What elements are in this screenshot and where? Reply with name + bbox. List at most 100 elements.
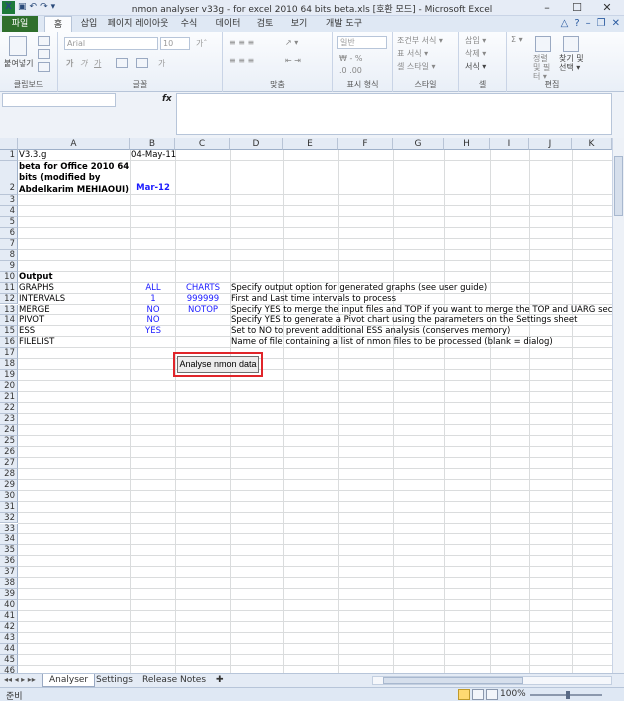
sheet-tab-analyser[interactable]: Analyser xyxy=(42,674,96,687)
align-top-icon[interactable]: ≡ ≡ ≡ xyxy=(229,38,254,47)
tab-file[interactable]: 파일 xyxy=(2,16,38,32)
row-header-39[interactable]: 39 xyxy=(0,589,18,601)
cell-c11[interactable]: CHARTS xyxy=(175,283,230,294)
row-header-43[interactable]: 43 xyxy=(0,633,18,644)
bold-icon[interactable]: 가 xyxy=(66,58,73,69)
zoom-level[interactable]: 100% xyxy=(500,689,526,699)
cell-a14[interactable]: PIVOT xyxy=(18,315,44,326)
row-header-46[interactable]: 46 xyxy=(0,665,18,673)
column-header-i[interactable]: I xyxy=(490,138,529,150)
workbook-restore-icon[interactable]: ❐ xyxy=(597,18,606,29)
align-left-icon[interactable]: ≡ ≡ ≡ xyxy=(229,56,254,65)
cell-b13[interactable]: NO xyxy=(130,305,175,316)
row-header-30[interactable]: 30 xyxy=(0,490,18,502)
cell-d11[interactable]: Specify output option for generated grap… xyxy=(230,283,487,294)
row-header-27[interactable]: 27 xyxy=(0,457,18,469)
row-header-10[interactable]: 10 xyxy=(0,271,18,283)
vertical-scroll-thumb[interactable] xyxy=(614,156,623,216)
indent-icon[interactable]: ⇤ ⇥ xyxy=(285,56,301,65)
cell-c12[interactable]: 999999 xyxy=(175,294,230,305)
column-header-f[interactable]: F xyxy=(338,138,393,150)
row-header-1[interactable]: 1 xyxy=(0,150,18,161)
sort-filter-button[interactable]: 정렬 및 필터 ▾ xyxy=(533,54,555,81)
cell-d12[interactable]: First and Last time intervals to process xyxy=(230,294,396,305)
row-header-25[interactable]: 25 xyxy=(0,435,18,447)
column-header-b[interactable]: B xyxy=(130,138,175,150)
cell-b15[interactable]: YES xyxy=(130,326,175,337)
row-header-44[interactable]: 44 xyxy=(0,643,18,655)
column-header-h[interactable]: H xyxy=(444,138,490,150)
cell-b11[interactable]: ALL xyxy=(130,283,175,294)
row-header-38[interactable]: 38 xyxy=(0,578,18,590)
column-header-e[interactable]: E xyxy=(283,138,338,150)
vertical-scrollbar[interactable] xyxy=(612,138,624,673)
tab-view[interactable]: 보기 xyxy=(286,16,312,32)
cell-b2[interactable]: Mar-12 xyxy=(130,183,175,193)
row-header-18[interactable]: 18 xyxy=(0,359,18,371)
cell-d14[interactable]: Specify YES to generate a Pivot chart us… xyxy=(230,315,577,326)
sort-filter-icon[interactable] xyxy=(535,36,551,52)
cell-a2[interactable]: beta for Office 2010 64 bits (modified b… xyxy=(18,162,130,196)
paste-label[interactable]: 붙여넣기 xyxy=(4,58,33,69)
row-header-34[interactable]: 34 xyxy=(0,534,18,546)
row-header-32[interactable]: 32 xyxy=(0,512,18,524)
row-header-5[interactable]: 5 xyxy=(0,216,18,228)
row-header-42[interactable]: 42 xyxy=(0,622,18,633)
zoom-slider-handle[interactable] xyxy=(566,691,570,699)
row-header-12[interactable]: 12 xyxy=(0,293,18,305)
font-name-box[interactable]: Arial xyxy=(64,37,158,50)
cell-d15[interactable]: Set to NO to prevent additional ESS anal… xyxy=(230,326,510,337)
cell-c13[interactable]: NOTOP xyxy=(175,305,230,316)
row-header-35[interactable]: 35 xyxy=(0,545,18,557)
row-header-21[interactable]: 21 xyxy=(0,392,18,404)
column-header-c[interactable]: C xyxy=(175,138,230,150)
tab-insert[interactable]: 삽입 xyxy=(74,16,104,32)
row-header-9[interactable]: 9 xyxy=(0,260,18,272)
row-header-14[interactable]: 14 xyxy=(0,315,18,327)
sheet-tab-settings[interactable]: Settings xyxy=(90,674,139,687)
fill-color-icon[interactable] xyxy=(136,58,148,68)
delete-cells-button[interactable]: 삭제 ▾ xyxy=(465,48,486,59)
number-format-box[interactable]: 일반 xyxy=(337,36,387,49)
row-header-41[interactable]: 41 xyxy=(0,611,18,623)
border-icon[interactable] xyxy=(116,58,128,68)
page-layout-view-icon[interactable] xyxy=(472,689,484,700)
cell-b12[interactable]: 1 xyxy=(130,294,175,305)
font-color-icon[interactable]: 가 xyxy=(158,58,165,69)
currency-icon[interactable]: ₩ - % xyxy=(339,54,362,63)
find-select-button[interactable]: 찾기 및 선택 ▾ xyxy=(559,54,587,72)
help-icon[interactable]: ? xyxy=(574,18,579,29)
conditional-format-button[interactable]: 조건부 서식 ▾ xyxy=(397,35,443,46)
name-box[interactable] xyxy=(2,93,116,107)
horizontal-scrollbar[interactable] xyxy=(372,676,612,685)
worksheet-grid[interactable]: A B C D E F G H I J K 1 2 3 4 5 6 7 8 9 10 11 12 13 14 15 16 17 18 19… xyxy=(0,138,612,673)
cell-a1[interactable]: V3.3.g xyxy=(18,150,46,161)
column-header-k[interactable]: K xyxy=(572,138,612,150)
row-header-16[interactable]: 16 xyxy=(0,337,18,349)
underline-icon[interactable]: 가 xyxy=(94,58,101,69)
page-break-view-icon[interactable] xyxy=(486,689,498,700)
row-header-22[interactable]: 22 xyxy=(0,403,18,414)
find-select-icon[interactable] xyxy=(563,36,579,52)
cell-style-button[interactable]: 셀 스타일 ▾ xyxy=(397,61,436,72)
format-painter-icon[interactable] xyxy=(38,62,50,72)
select-all-corner[interactable] xyxy=(0,138,18,150)
collapse-ribbon-icon[interactable]: △ xyxy=(561,18,569,29)
grow-font-icon[interactable]: 가ˆ xyxy=(196,38,207,49)
row-header-19[interactable]: 19 xyxy=(0,370,18,382)
row-header-20[interactable]: 20 xyxy=(0,381,18,393)
format-table-button[interactable]: 표 서식 ▾ xyxy=(397,48,428,59)
cell-a10[interactable]: Output xyxy=(18,272,53,283)
cell-d16[interactable]: Name of file containing a list of nmon f… xyxy=(230,337,553,348)
autosum-icon[interactable]: Σ ▾ xyxy=(511,35,523,44)
cell-a16[interactable]: FILELIST xyxy=(18,337,54,348)
row-header-37[interactable]: 37 xyxy=(0,567,18,579)
row-header-29[interactable]: 29 xyxy=(0,479,18,491)
cell-d13[interactable]: Specify YES to merge the input files and… xyxy=(230,305,612,316)
format-cells-button[interactable]: 서식 ▾ xyxy=(465,61,486,72)
tab-page-layout[interactable]: 페이지 레이아웃 xyxy=(106,16,170,32)
tab-home[interactable]: 홈 xyxy=(44,16,72,33)
column-header-j[interactable]: J xyxy=(529,138,572,150)
row-header-7[interactable]: 7 xyxy=(0,238,18,250)
row-header-13[interactable]: 13 xyxy=(0,304,18,316)
